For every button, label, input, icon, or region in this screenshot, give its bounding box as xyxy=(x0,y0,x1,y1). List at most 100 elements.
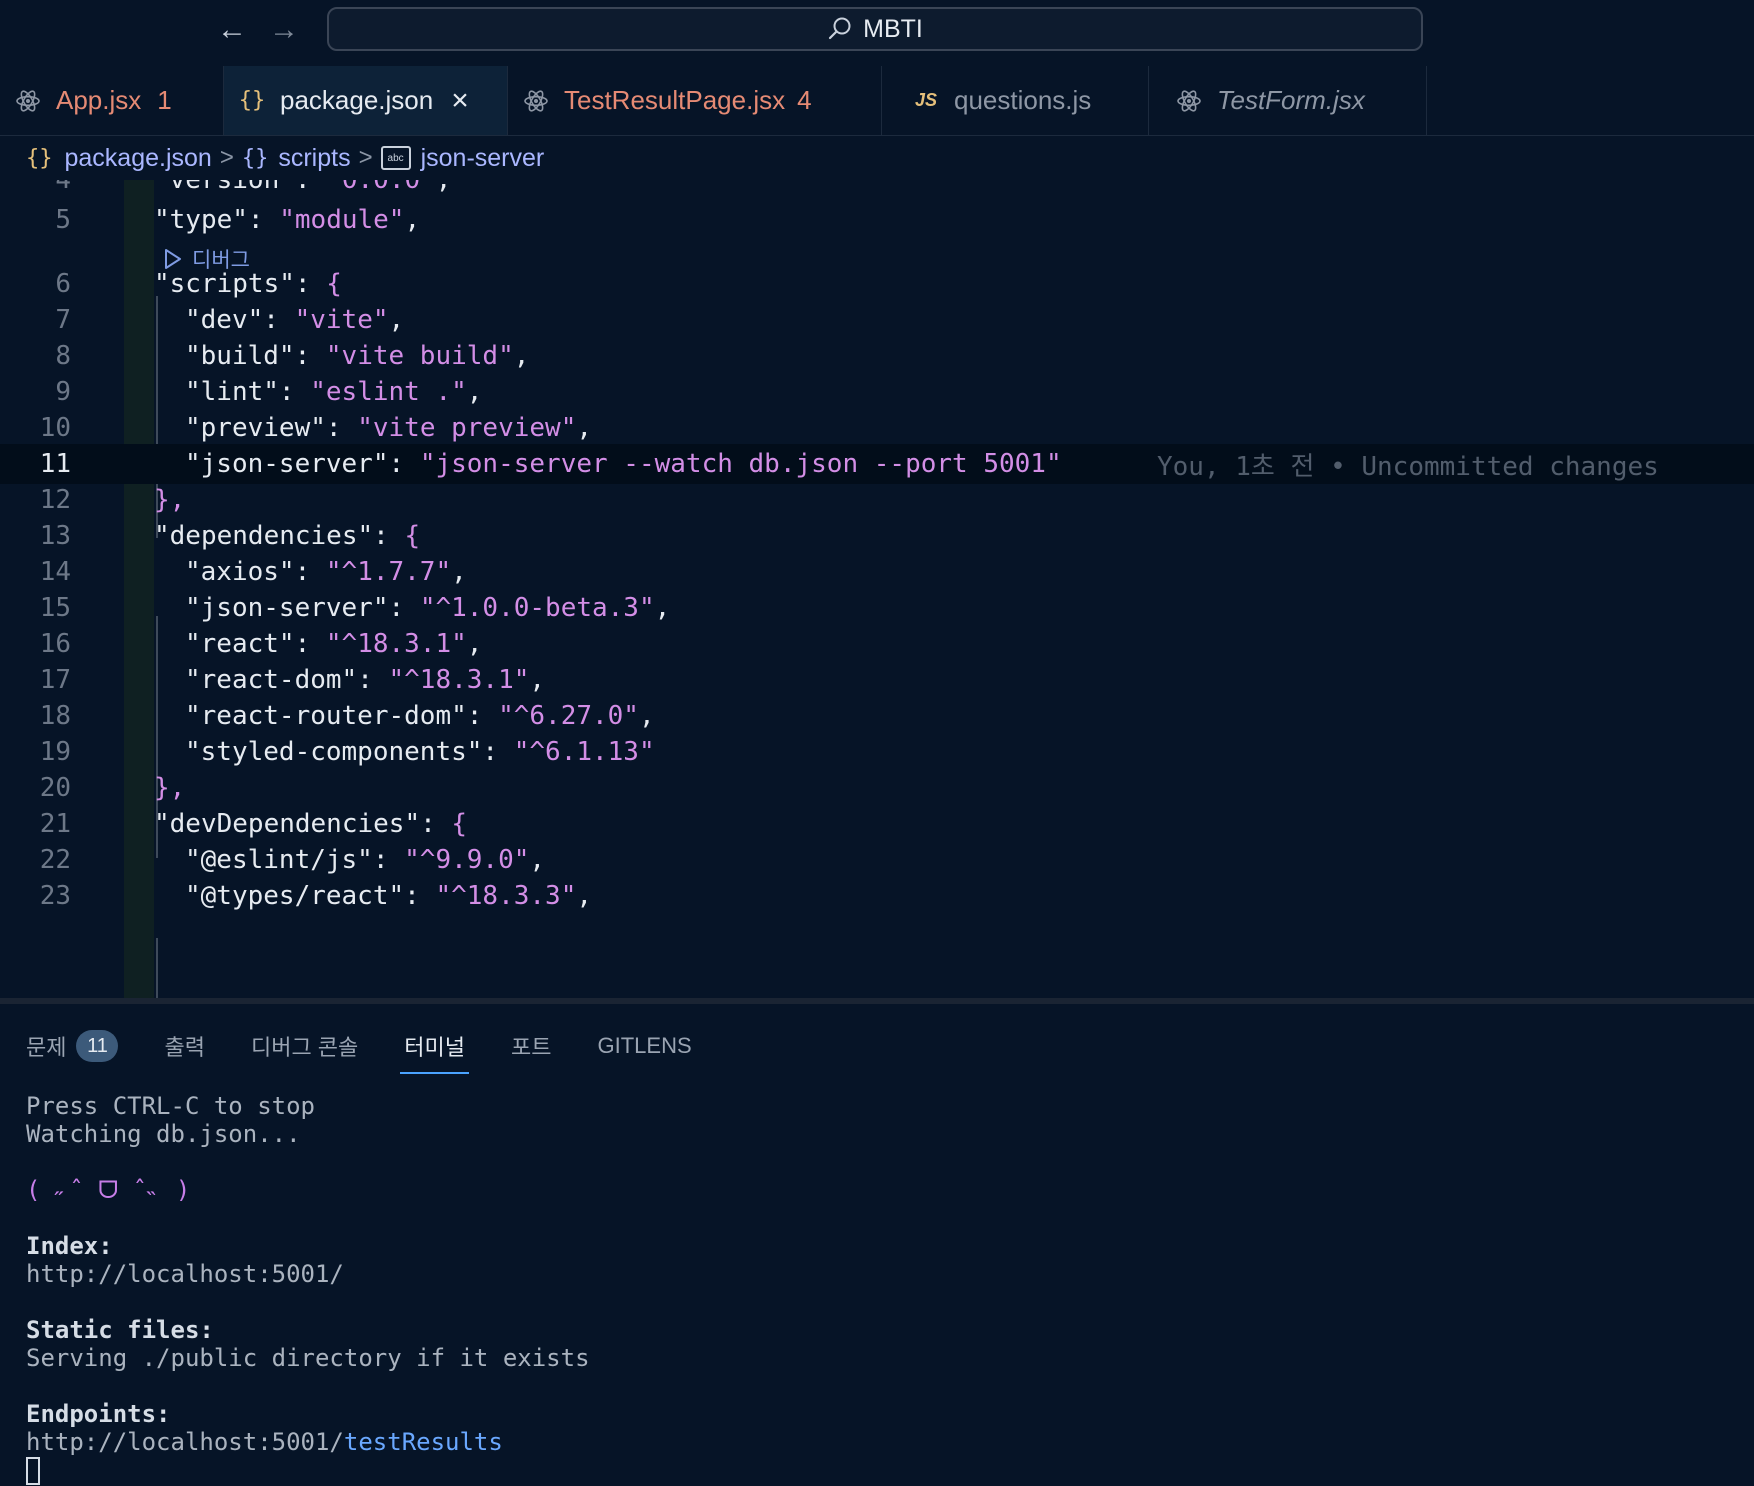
json-value: "vite preview" xyxy=(357,413,577,443)
tab-terminal[interactable]: 터미널 xyxy=(400,1024,469,1074)
code-line[interactable]: 15 "json-server": "^1.0.0-beta.3", xyxy=(0,588,1754,628)
terminal-output[interactable]: Press CTRL-C to stop Watching db.json...… xyxy=(26,1092,590,1485)
code-line[interactable]: 5 "type": "module", xyxy=(0,200,1754,240)
code-text: "json-server": "^1.0.0-beta.3", xyxy=(185,593,670,623)
tab-ports[interactable]: 포트 xyxy=(511,1024,551,1068)
forward-arrow-icon[interactable]: → xyxy=(266,12,302,48)
json-value: "^6.1.13" xyxy=(513,737,655,767)
code-text: "react": "^18.3.1", xyxy=(185,629,482,659)
json-value: "json-server --watch db.json --port 5001… xyxy=(419,449,1062,479)
code-line[interactable]: 13 "dependencies": { xyxy=(0,516,1754,556)
code-line[interactable]: 9 "lint": "eslint .", xyxy=(0,372,1754,412)
code-line[interactable]: 20}, xyxy=(0,768,1754,808)
code-line[interactable]: 22 "@eslint/js": "^9.9.0", xyxy=(0,840,1754,880)
code-line[interactable]: 17 "react-dom": "^18.3.1", xyxy=(0,660,1754,700)
code-line[interactable]: 10 "preview": "vite preview", xyxy=(0,408,1754,448)
breadcrumb: {} package.json > {} scripts > abc json-… xyxy=(26,138,544,178)
back-arrow-icon[interactable]: ← xyxy=(214,12,250,48)
json-separator: : xyxy=(372,845,405,875)
code-text: "@eslint/js": "^9.9.0", xyxy=(185,845,545,875)
code-line[interactable]: 19 "styled-components": "^6.1.13" xyxy=(0,732,1754,772)
json-key: "build" xyxy=(185,341,295,371)
problems-count-badge: 11 xyxy=(76,1030,119,1062)
line-number: 20 xyxy=(39,773,71,803)
json-punctuation: , xyxy=(451,557,467,587)
json-punctuation: , xyxy=(388,305,405,335)
title-bar: ← → MBTI xyxy=(0,0,1754,64)
code-line[interactable]: 7 "dev": "vite", xyxy=(0,300,1754,340)
tab-label: questions.js xyxy=(954,85,1092,115)
json-value: { xyxy=(326,269,342,299)
json-separator: : xyxy=(294,180,327,195)
terminal-heading: Static files: xyxy=(26,1316,214,1344)
tab-app-jsx[interactable]: App.jsx 1 xyxy=(0,66,224,135)
json-separator: : xyxy=(482,737,514,767)
bottom-panel: 문제 11 출력 디버그 콘솔 터미널 포트 GITLENS Press CTR… xyxy=(0,998,1754,1486)
breadcrumb-scripts[interactable]: scripts xyxy=(278,144,350,173)
tab-label: 터미널 xyxy=(404,1035,466,1060)
code-line[interactable]: 12}, xyxy=(0,480,1754,520)
code-line[interactable]: 23 "@types/react": "^18.3.3", xyxy=(0,876,1754,916)
tab-gitlens[interactable]: GITLENS xyxy=(598,1024,692,1068)
line-number: 6 xyxy=(55,269,71,299)
code-line[interactable]: 8 "build": "vite build", xyxy=(0,336,1754,376)
json-key: "scripts" xyxy=(154,269,295,299)
json-punctuation: , xyxy=(435,180,452,195)
code-line[interactable]: 4 "version": "0.0.0", xyxy=(0,180,1754,200)
line-number: 7 xyxy=(55,305,71,335)
terminal-endpoint[interactable]: http://localhost:5001/testResults xyxy=(26,1428,590,1456)
code-line[interactable]: 16 "react": "^18.3.1", xyxy=(0,624,1754,664)
json-separator: : xyxy=(263,305,295,335)
search-icon xyxy=(829,17,851,40)
tab-debug-console[interactable]: 디버그 콘솔 xyxy=(251,1024,358,1068)
command-center-search[interactable]: MBTI xyxy=(327,7,1423,51)
json-separator: : xyxy=(294,557,326,587)
json-value: "^18.3.1" xyxy=(325,629,467,659)
json-punctuation: , xyxy=(576,881,593,911)
tab-questions-js[interactable]: JS questions.js xyxy=(882,66,1149,135)
tab-package-json[interactable]: {} package.json × xyxy=(224,66,508,135)
code-line[interactable]: 6 "scripts": { xyxy=(0,264,1754,304)
tab-label: TestForm.jsx xyxy=(1217,85,1365,115)
code-text: "axios": "^1.7.7", xyxy=(185,557,467,587)
json-key: "react" xyxy=(185,629,295,659)
line-number: 23 xyxy=(39,881,71,911)
json-punctuation: , xyxy=(576,413,593,443)
close-icon[interactable]: × xyxy=(451,84,469,118)
string-value-icon: abc xyxy=(380,146,411,170)
json-separator: : xyxy=(247,205,280,235)
tab-testform-jsx[interactable]: TestForm.jsx xyxy=(1149,66,1427,135)
json-value: "^1.7.7" xyxy=(325,557,452,587)
endpoint-path-link[interactable]: testResults xyxy=(344,1428,503,1456)
breadcrumb-file[interactable]: package.json xyxy=(65,144,212,173)
json-value: { xyxy=(404,521,421,551)
tab-problems[interactable]: 문제 11 xyxy=(26,1024,119,1068)
json-key: "react-router-dom" xyxy=(185,701,467,731)
json-separator: : xyxy=(466,701,499,731)
tab-testresultpage-jsx[interactable]: TestResultPage.jsx 4 xyxy=(508,66,882,135)
tab-label: GITLENS xyxy=(597,1033,692,1058)
tab-label: 디버그 콘솔 xyxy=(250,1035,359,1060)
terminal-url[interactable]: http://localhost:5001/ xyxy=(26,1260,590,1288)
code-text: }, xyxy=(154,773,185,803)
json-separator: : xyxy=(373,521,405,551)
code-line[interactable]: 11 "json-server": "json-server --watch db… xyxy=(0,444,1754,484)
tab-output[interactable]: 출력 xyxy=(164,1024,204,1068)
code-text: "react-router-dom": "^6.27.0", xyxy=(185,701,655,731)
code-line[interactable]: 14 "axios": "^1.7.7", xyxy=(0,552,1754,592)
code-editor[interactable]: 디버그 4 "version": "0.0.0", 5 "type": "module… xyxy=(0,180,1754,998)
line-number: 14 xyxy=(39,557,71,587)
json-key: "dev" xyxy=(185,305,264,335)
code-line[interactable]: 18 "react-router-dom": "^6.27.0", xyxy=(0,696,1754,736)
json-punctuation: , xyxy=(529,665,546,695)
json-separator: : xyxy=(404,881,436,911)
breadcrumb-json-server[interactable]: json-server xyxy=(421,144,545,173)
react-icon xyxy=(522,87,550,115)
code-text: "scripts": { xyxy=(154,269,342,299)
indent-guide xyxy=(156,938,158,998)
line-number: 22 xyxy=(39,845,71,875)
terminal-cursor xyxy=(26,1457,40,1485)
json-separator: : xyxy=(278,377,311,407)
terminal-line: Watching db.json... xyxy=(26,1120,301,1148)
code-line[interactable]: 21 "devDependencies": { xyxy=(0,804,1754,844)
